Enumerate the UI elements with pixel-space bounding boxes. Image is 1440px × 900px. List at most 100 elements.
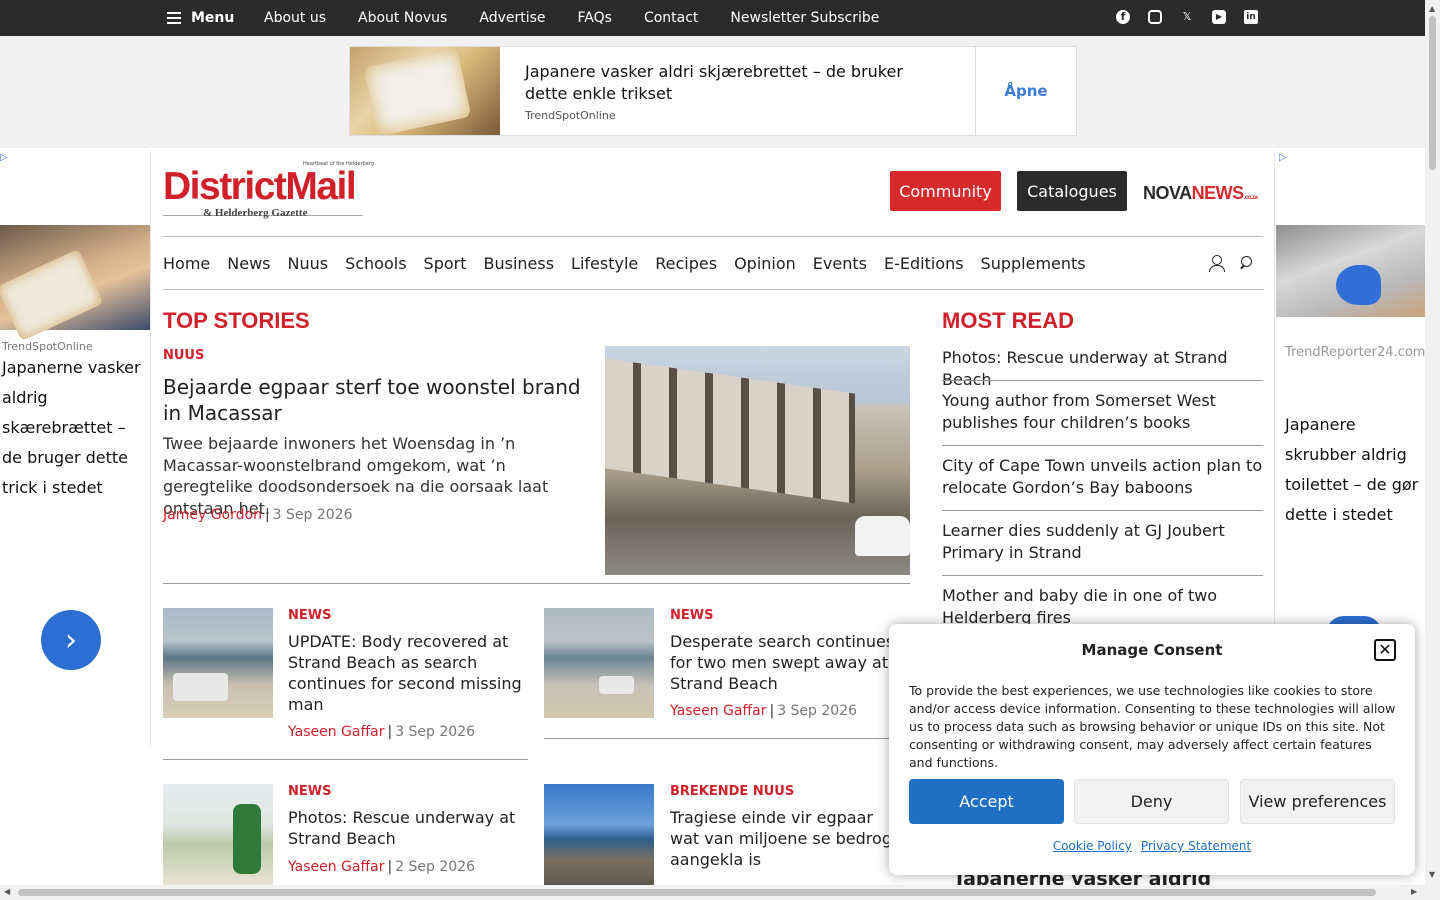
x-icon[interactable]: 𝕏 (1180, 10, 1194, 24)
ad-image (0, 225, 150, 330)
search-icon[interactable] (1239, 255, 1253, 271)
youtube-icon[interactable]: ▶ (1212, 10, 1226, 24)
story-thumbnail[interactable] (163, 784, 273, 885)
consent-dialog: Manage Consent ✕ To provide the best exp… (889, 624, 1415, 875)
scroll-right-icon[interactable]: ▶ (1411, 887, 1417, 896)
scroll-down-icon[interactable]: ▼ (1429, 870, 1435, 879)
most-read-item[interactable]: Learner dies suddenly at GJ Joubert Prim… (942, 520, 1263, 564)
logo-subtitle: & Helderberg Gazette (203, 207, 308, 219)
user-icon[interactable] (1209, 255, 1225, 272)
nav-item-nuus[interactable]: Nuus (287, 254, 328, 273)
nav-item-sport[interactable]: Sport (424, 254, 467, 273)
divider (544, 738, 910, 739)
view-preferences-button[interactable]: View preferences (1240, 779, 1395, 824)
story-title[interactable]: UPDATE: Body recovered at Strand Beach a… (288, 631, 523, 715)
scrollbar-thumb[interactable] (18, 889, 1376, 896)
author-link[interactable]: Yaseen Gaffar (288, 724, 384, 740)
story-thumbnail[interactable] (163, 608, 273, 718)
cookie-policy-link[interactable]: Cookie Policy (1053, 839, 1132, 853)
story-kicker[interactable]: BREKENDE NUUS (670, 784, 794, 799)
deny-button[interactable]: Deny (1074, 779, 1229, 824)
scrollbar-thumb[interactable] (1429, 16, 1436, 170)
menu-button[interactable]: Menu (167, 0, 234, 36)
divider (942, 510, 1263, 511)
top-links: About us About Novus Advertise FAQs Cont… (264, 0, 879, 36)
most-read-item[interactable]: Young author from Somerset West publishe… (942, 390, 1263, 434)
story-title[interactable]: Tragiese einde vir egpaar wat van miljoe… (670, 807, 895, 870)
nav-item-supplements[interactable]: Supplements (981, 254, 1086, 273)
divider (942, 445, 1263, 446)
horizontal-scrollbar[interactable]: ◀ ▶ (0, 885, 1425, 900)
story-thumbnail[interactable] (544, 608, 654, 718)
story-title[interactable]: Desperate search continues for two men s… (670, 631, 905, 694)
social-links: f 𝕏 ▶ in (1116, 10, 1258, 24)
author-link[interactable]: Jamey Gordon (163, 507, 262, 523)
story-kicker[interactable]: NEWS (288, 608, 331, 623)
scroll-up-icon[interactable]: ▲ (1429, 4, 1435, 13)
linkedin-icon[interactable]: in (1244, 10, 1258, 24)
consent-links: Cookie Policy Privacy Statement (889, 839, 1415, 853)
date: 3 Sep 2026 (272, 507, 353, 523)
ad-source: TrendSpotOnline (2, 340, 93, 353)
novanews-logo[interactable]: NOVANEWS.co.za (1143, 183, 1258, 204)
story-title[interactable]: Photos: Rescue underway at Strand Beach (288, 807, 523, 849)
date: 3 Sep 2026 (777, 703, 858, 719)
story-kicker[interactable]: NEWS (288, 784, 331, 799)
most-read-item[interactable]: City of Cape Town unveils action plan to… (942, 455, 1263, 499)
story-thumbnail[interactable] (544, 784, 654, 885)
top-stories-heading: TOP STORIES (163, 308, 310, 333)
most-read-item[interactable]: Mother and baby die in one of two Helder… (942, 585, 1263, 629)
left-side-ad[interactable]: ▷ TrendSpotOnline Japanerne vasker aldri… (0, 150, 151, 748)
accept-button[interactable]: Accept (909, 779, 1064, 824)
vertical-scrollbar[interactable]: ▲ ▼ (1425, 0, 1440, 900)
instagram-icon[interactable] (1148, 10, 1162, 24)
top-bar: Menu About us About Novus Advertise FAQs… (0, 0, 1425, 36)
nav-item-news[interactable]: News (227, 254, 270, 273)
site-logo[interactable]: Heartbeat of the Helderberg DistrictMail… (163, 160, 374, 220)
nav-item-events[interactable]: Events (813, 254, 867, 273)
adchoices-icon[interactable]: ▷ (0, 152, 8, 163)
story-kicker[interactable]: NEWS (670, 608, 713, 623)
community-button[interactable]: Community (890, 171, 1001, 211)
divider (163, 583, 910, 584)
consent-body: To provide the best experiences, we use … (909, 683, 1396, 770)
adchoices-icon[interactable]: ▷ (1279, 152, 1287, 163)
nav-item-business[interactable]: Business (483, 254, 554, 273)
novanews-part2: NEWS (1191, 183, 1245, 203)
nav-item-opinion[interactable]: Opinion (734, 254, 796, 273)
scroll-left-icon[interactable]: ◀ (4, 887, 10, 896)
facebook-icon[interactable]: f (1116, 10, 1130, 24)
top-link-advertise[interactable]: Advertise (479, 10, 545, 26)
author-link[interactable]: Yaseen Gaffar (288, 859, 384, 875)
nav-item-recipes[interactable]: Recipes (655, 254, 717, 273)
chevron-right-icon[interactable]: › (41, 610, 101, 670)
ad-text[interactable]: Japanerne vasker aldrig skærebrættet – d… (2, 353, 142, 503)
nav-item-e-editions[interactable]: E-Editions (884, 254, 964, 273)
most-read-heading: MOST READ (942, 308, 1074, 333)
main-nav: Home News Nuus Schools Sport Business Li… (163, 236, 1263, 290)
close-icon[interactable]: ✕ (1374, 639, 1396, 661)
top-link-contact[interactable]: Contact (644, 10, 698, 26)
lead-image[interactable] (605, 346, 910, 575)
top-link-faqs[interactable]: FAQs (578, 10, 612, 26)
author-link[interactable]: Yaseen Gaffar (670, 703, 766, 719)
ad-image (350, 47, 500, 135)
divider (163, 759, 528, 760)
ad-open-button[interactable]: Åpne (975, 47, 1076, 135)
nav-item-lifestyle[interactable]: Lifestyle (571, 254, 638, 273)
nav-item-schools[interactable]: Schools (345, 254, 406, 273)
nav-item-home[interactable]: Home (163, 254, 210, 273)
privacy-statement-link[interactable]: Privacy Statement (1141, 839, 1251, 853)
top-ad[interactable]: Japanere vasker aldri skjærebrettet – de… (349, 46, 1077, 136)
lead-title[interactable]: Bejaarde egpaar sterf toe woonstel brand… (163, 374, 583, 426)
top-link-about-us[interactable]: About us (264, 10, 326, 26)
catalogues-button[interactable]: Catalogues (1017, 171, 1127, 211)
top-link-about-novus[interactable]: About Novus (358, 10, 447, 26)
ad-text[interactable]: Japanere skrubber aldrig toilettet – de … (1285, 410, 1425, 530)
novanews-part3: .co.za (1243, 195, 1258, 201)
most-read-item[interactable]: Photos: Rescue underway at Strand Beach (942, 347, 1263, 391)
top-link-newsletter[interactable]: Newsletter Subscribe (730, 10, 879, 26)
story-byline: Yaseen Gaffar | 3 Sep 2026 (288, 724, 476, 740)
lead-kicker[interactable]: NUUS (163, 348, 204, 363)
ad-headline[interactable]: Japanere vasker aldri skjærebrettet – de… (525, 61, 945, 105)
